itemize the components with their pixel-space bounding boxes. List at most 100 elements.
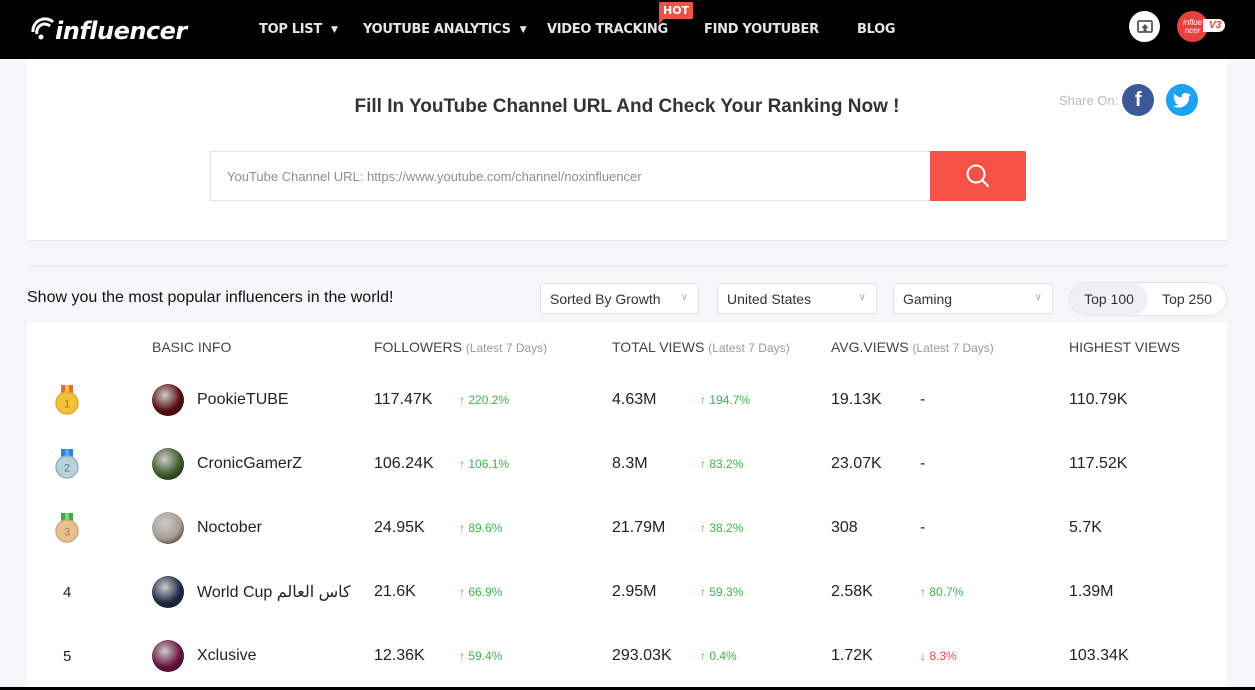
- nav-label: TOP LIST: [259, 22, 322, 37]
- twitter-share-button[interactable]: [1166, 84, 1199, 116]
- change-value: 0.4%: [709, 649, 737, 663]
- followers-value: 12.36K: [374, 647, 425, 664]
- change-value: 89.6%: [468, 521, 503, 535]
- avg-views-value: 19.13K: [831, 391, 882, 408]
- highest-views-value: 110.79K: [1069, 391, 1128, 408]
- ranking-table: BASIC INFO FOLLOWERS (Latest 7 Days) TOT…: [27, 322, 1227, 690]
- caret-down-icon: ▼: [519, 24, 527, 35]
- header-label: BASIC INFO: [152, 339, 232, 355]
- toggle-top-100[interactable]: Top 100: [1070, 283, 1148, 315]
- country-value: United States: [727, 290, 812, 307]
- change-value: 80.7%: [929, 585, 964, 599]
- arrow-up-icon: ↑: [459, 393, 465, 407]
- nav-top-list[interactable]: TOP LIST ▼: [259, 22, 338, 37]
- change-value: -: [920, 391, 926, 408]
- change-value: 8.3%: [929, 649, 957, 663]
- upload-screen-icon: [1136, 19, 1153, 33]
- channel-url-input[interactable]: [210, 151, 931, 201]
- caret-down-icon: ▼: [330, 24, 338, 35]
- total-views-value: 8.3M: [612, 455, 648, 472]
- change-value: 220.2%: [468, 393, 510, 407]
- channel-avatar[interactable]: [152, 448, 184, 480]
- version-badge: V3: [1203, 19, 1226, 32]
- followers-value: 21.6K: [374, 583, 416, 600]
- channel-name[interactable]: PookieTUBE: [197, 368, 289, 432]
- change-up: ↑ 89.6%: [459, 496, 502, 560]
- highest-views-value: 5.7K: [1069, 519, 1102, 536]
- avg-views-value: 1.72K: [831, 647, 873, 664]
- change-none: -: [920, 496, 925, 560]
- rank-number: 4: [63, 583, 72, 601]
- gold-medal-icon: 1: [54, 368, 80, 432]
- nav-youtube-analytics[interactable]: YOUTUBE ANALYTICS ▼: [363, 22, 527, 37]
- table-row[interactable]: 4 World Cup كاس العالم 21.6K ↑ 66.9% 2.9…: [27, 560, 1227, 624]
- change-none: -: [920, 368, 925, 432]
- nav-video-tracking[interactable]: VIDEO TRACKING: [547, 22, 668, 37]
- change-value: 106.1%: [468, 457, 510, 471]
- table-row[interactable]: 3 Noctober 24.95K ↑ 89.6% 21.79M ↑ 38.2%…: [27, 496, 1227, 560]
- channel-avatar[interactable]: [152, 640, 184, 672]
- header-label: FOLLOWERS: [374, 339, 462, 355]
- search-button[interactable]: [930, 151, 1026, 201]
- header-basic-info: BASIC INFO: [152, 339, 231, 355]
- channel-avatar[interactable]: [152, 384, 184, 416]
- change-value: 59.3%: [709, 585, 744, 599]
- arrow-up-icon: ↑: [700, 457, 706, 471]
- highest-views-value: 1.39M: [1069, 583, 1114, 600]
- nav-find-youtuber[interactable]: FIND YOUTUBER: [704, 22, 819, 37]
- change-up: ↑ 220.2%: [459, 368, 509, 432]
- change-up: ↑ 0.4%: [700, 624, 737, 688]
- change-up: ↑ 80.7%: [920, 560, 963, 624]
- facebook-share-button[interactable]: f: [1122, 84, 1155, 116]
- header-label: AVG.VIEWS: [831, 339, 909, 355]
- search-card: Fill In YouTube Channel URL And Check Yo…: [27, 59, 1227, 241]
- sort-value: Sorted By Growth: [550, 290, 661, 307]
- avg-views-value: 23.07K: [831, 455, 882, 472]
- logo[interactable]: influencer: [27, 12, 187, 46]
- change-value: -: [920, 455, 926, 472]
- upload-button[interactable]: [1129, 11, 1160, 42]
- followers-value: 117.47K: [374, 391, 433, 408]
- sort-select[interactable]: Sorted By Growth ∨: [540, 283, 699, 314]
- avg-views-value: 2.58K: [831, 583, 873, 600]
- channel-name[interactable]: World Cup كاس العالم: [197, 560, 351, 624]
- total-views-value: 4.63M: [612, 391, 657, 408]
- channel-avatar[interactable]: [152, 576, 184, 608]
- nav-label: YOUTUBE ANALYTICS: [363, 22, 511, 37]
- header-label: TOTAL VIEWS: [612, 339, 705, 355]
- table-row[interactable]: 1 PookieTUBE 117.47K ↑ 220.2% 4.63M ↑ 19…: [27, 368, 1227, 432]
- change-value: 66.9%: [468, 585, 503, 599]
- channel-name[interactable]: Noctober: [197, 496, 262, 560]
- chevron-down-icon: ∨: [680, 292, 688, 303]
- channel-avatar[interactable]: [152, 512, 184, 544]
- change-up: ↑ 83.2%: [700, 432, 743, 496]
- category-value: Gaming: [903, 290, 953, 307]
- silver-medal-icon: 2: [54, 432, 80, 496]
- nav-label: BLOG: [857, 22, 896, 37]
- header-highest-views: HIGHEST VIEWS: [1069, 339, 1180, 355]
- medal-rank: 1: [64, 399, 70, 411]
- ranking-tagline: Show you the most popular influencers in…: [27, 289, 394, 306]
- table-row[interactable]: 2 CronicGamerZ 106.24K ↑ 106.1% 8.3M ↑ 8…: [27, 432, 1227, 496]
- change-up: ↑ 194.7%: [700, 368, 750, 432]
- arrow-up-icon: ↑: [459, 585, 465, 599]
- channel-name[interactable]: CronicGamerZ: [197, 432, 302, 496]
- header-followers: FOLLOWERS (Latest 7 Days): [374, 339, 547, 355]
- table-row[interactable]: 5 Xclusive 12.36K ↑ 59.4% 293.03K ↑ 0.4%…: [27, 624, 1227, 688]
- arrow-up-icon: ↑: [459, 521, 465, 535]
- change-value: 83.2%: [709, 457, 744, 471]
- arrow-up-icon: ↑: [700, 585, 706, 599]
- category-select[interactable]: Gaming ∨: [893, 283, 1053, 314]
- toggle-top-250[interactable]: Top 250: [1148, 283, 1226, 315]
- rank-number: 5: [63, 647, 72, 665]
- channel-name[interactable]: Xclusive: [197, 624, 257, 688]
- nav-blog[interactable]: BLOG: [857, 22, 896, 37]
- followers-value: 106.24K: [374, 455, 434, 472]
- logo-signal-icon: [31, 17, 55, 40]
- change-up: ↑ 38.2%: [700, 496, 743, 560]
- arrow-up-icon: ↑: [700, 521, 706, 535]
- change-up: ↑ 59.4%: [459, 624, 502, 688]
- country-select[interactable]: United States ∨: [717, 283, 877, 314]
- medal-rank: 3: [64, 527, 70, 539]
- change-value: 38.2%: [709, 521, 744, 535]
